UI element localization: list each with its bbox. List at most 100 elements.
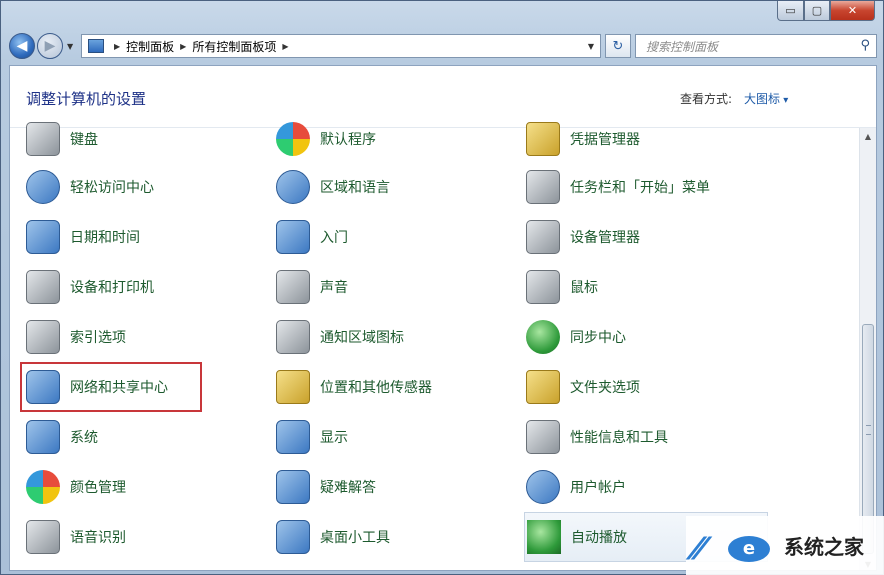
magnifier-icon — [26, 320, 60, 354]
item-sound[interactable]: 声音 — [276, 266, 476, 308]
title-bar[interactable]: ▭ ▢ ✕ — [1, 1, 883, 31]
item-label: 通知区域图标 — [320, 330, 404, 346]
control-panel-window: ▭ ▢ ✕ ◀ ▶ ▼ ▶ 控制面板 ▶ 所有控制面板项 ▶ ▼ ↻ 搜索控制面… — [0, 0, 884, 575]
item-label: 任务栏和「开始」菜单 — [570, 180, 710, 196]
content-area: 调整计算机的设置 查看方式: 大图标 键盘 轻松访问中心 日期和时间 设备和打印… — [9, 65, 877, 571]
item-label: 性能信息和工具 — [570, 430, 668, 446]
item-default-programs[interactable]: 默认程序 — [276, 118, 476, 160]
item-label: 显示 — [320, 430, 348, 446]
arrow-left-icon: ◀ — [16, 38, 28, 54]
breadcrumb-control-panel[interactable]: 控制面板 — [126, 38, 174, 55]
search-input[interactable]: 搜索控制面板 ⚲ — [635, 34, 877, 58]
view-by-dropdown[interactable]: 大图标 — [744, 90, 788, 107]
watermark-logo-icon: ⁄⁄ e — [694, 526, 778, 567]
minimize-button[interactable]: ▭ — [777, 1, 804, 21]
breadcrumb-all-items[interactable]: 所有控制面板项 — [192, 38, 276, 55]
item-sync-center[interactable]: 同步中心 — [526, 316, 756, 358]
item-label: 声音 — [320, 280, 348, 296]
item-label: 键盘 — [70, 132, 98, 148]
item-label: 设备和打印机 — [70, 280, 154, 296]
window-controls: ▭ ▢ ✕ — [777, 1, 875, 21]
breadcrumb-separator-icon[interactable]: ▶ — [180, 42, 186, 51]
monitor-icon — [276, 420, 310, 454]
keyboard-icon — [26, 122, 60, 156]
scroll-up-icon[interactable]: ▲ — [861, 128, 875, 144]
arrow-right-icon: ▶ — [44, 38, 56, 54]
item-label: 设备管理器 — [570, 230, 640, 246]
item-color-management[interactable]: 颜色管理 — [26, 466, 206, 508]
control-panel-icon — [88, 39, 104, 53]
item-user-accounts[interactable]: 用户帐户 — [526, 466, 756, 508]
autoplay-icon — [527, 520, 561, 554]
item-device-manager[interactable]: 设备管理器 — [526, 216, 756, 258]
item-mouse[interactable]: 鼠标 — [526, 266, 756, 308]
item-label: 网络和共享中心 — [70, 380, 168, 396]
item-label: 鼠标 — [570, 280, 598, 296]
item-troubleshooting[interactable]: 疑难解答 — [276, 466, 476, 508]
item-label: 疑难解答 — [320, 480, 376, 496]
address-dropdown-icon[interactable]: ▼ — [588, 42, 594, 51]
item-speech-recognition[interactable]: 语音识别 — [26, 516, 206, 558]
sync-icon — [526, 320, 560, 354]
item-devices-printers[interactable]: 设备和打印机 — [26, 266, 206, 308]
item-notification-area-icons[interactable]: 通知区域图标 — [276, 316, 476, 358]
item-indexing-options[interactable]: 索引选项 — [26, 316, 206, 358]
item-label: 颜色管理 — [70, 480, 126, 496]
forward-button[interactable]: ▶ — [37, 33, 63, 59]
search-placeholder: 搜索控制面板 — [646, 39, 719, 54]
search-icon[interactable]: ⚲ — [860, 38, 870, 53]
item-system[interactable]: 系统 — [26, 416, 206, 458]
address-bar[interactable]: ▶ 控制面板 ▶ 所有控制面板项 ▶ ▼ — [81, 34, 601, 58]
refresh-button[interactable]: ↻ — [605, 34, 631, 58]
item-label: 系统 — [70, 430, 98, 446]
item-label: 用户帐户 — [570, 480, 626, 496]
item-credential-manager[interactable]: 凭据管理器 — [526, 118, 756, 160]
item-label: 日期和时间 — [70, 230, 140, 246]
item-network-sharing-center[interactable]: 网络和共享中心 — [20, 362, 202, 412]
color-palette-icon — [26, 470, 60, 504]
item-ease-of-access[interactable]: 轻松访问中心 — [26, 166, 206, 208]
item-label: 入门 — [320, 230, 348, 246]
history-dropdown-icon[interactable]: ▼ — [67, 42, 73, 51]
close-button[interactable]: ✕ — [830, 1, 875, 21]
item-display[interactable]: 显示 — [276, 416, 476, 458]
folder-icon — [526, 370, 560, 404]
network-icon — [26, 370, 60, 404]
item-region-language[interactable]: 区域和语言 — [276, 166, 476, 208]
item-performance-tools[interactable]: 性能信息和工具 — [526, 416, 756, 458]
item-folder-options[interactable]: 文件夹选项 — [526, 366, 756, 408]
item-label: 索引选项 — [70, 330, 126, 346]
users-icon — [526, 470, 560, 504]
maximize-button[interactable]: ▢ — [804, 1, 830, 21]
page-title: 调整计算机的设置 — [26, 90, 147, 108]
item-date-time[interactable]: 日期和时间 — [26, 216, 206, 258]
item-taskbar-start-menu[interactable]: 任务栏和「开始」菜单 — [526, 166, 756, 208]
printer-icon — [26, 270, 60, 304]
speaker-icon — [276, 270, 310, 304]
item-keyboard[interactable]: 键盘 — [26, 118, 206, 160]
item-location-sensors[interactable]: 位置和其他传感器 — [276, 366, 476, 408]
item-desktop-gadgets[interactable]: 桌面小工具 — [276, 516, 476, 558]
computer-icon — [26, 420, 60, 454]
vault-icon — [526, 122, 560, 156]
grip-icon — [866, 425, 871, 435]
watermark-text: 系统之家 — [784, 535, 864, 559]
microphone-icon — [26, 520, 60, 554]
item-label: 轻松访问中心 — [70, 180, 154, 196]
device-manager-icon — [526, 220, 560, 254]
item-label: 语音识别 — [70, 530, 126, 546]
breadcrumb-separator-icon[interactable]: ▶ — [282, 42, 288, 51]
troubleshoot-icon — [276, 470, 310, 504]
item-label: 位置和其他传感器 — [320, 380, 432, 396]
item-getting-started[interactable]: 入门 — [276, 216, 476, 258]
item-label: 凭据管理器 — [570, 132, 640, 148]
calendar-clock-icon — [26, 220, 60, 254]
navigation-bar: ◀ ▶ ▼ ▶ 控制面板 ▶ 所有控制面板项 ▶ ▼ ↻ 搜索控制面板 ⚲ — [9, 33, 877, 59]
gadget-icon — [276, 520, 310, 554]
back-button[interactable]: ◀ — [9, 33, 35, 59]
item-label: 桌面小工具 — [320, 530, 390, 546]
vertical-scrollbar[interactable]: ▲ ▼ — [859, 128, 876, 570]
performance-icon — [526, 420, 560, 454]
windows-logo-icon — [276, 122, 310, 156]
breadcrumb-separator-icon[interactable]: ▶ — [114, 42, 120, 51]
